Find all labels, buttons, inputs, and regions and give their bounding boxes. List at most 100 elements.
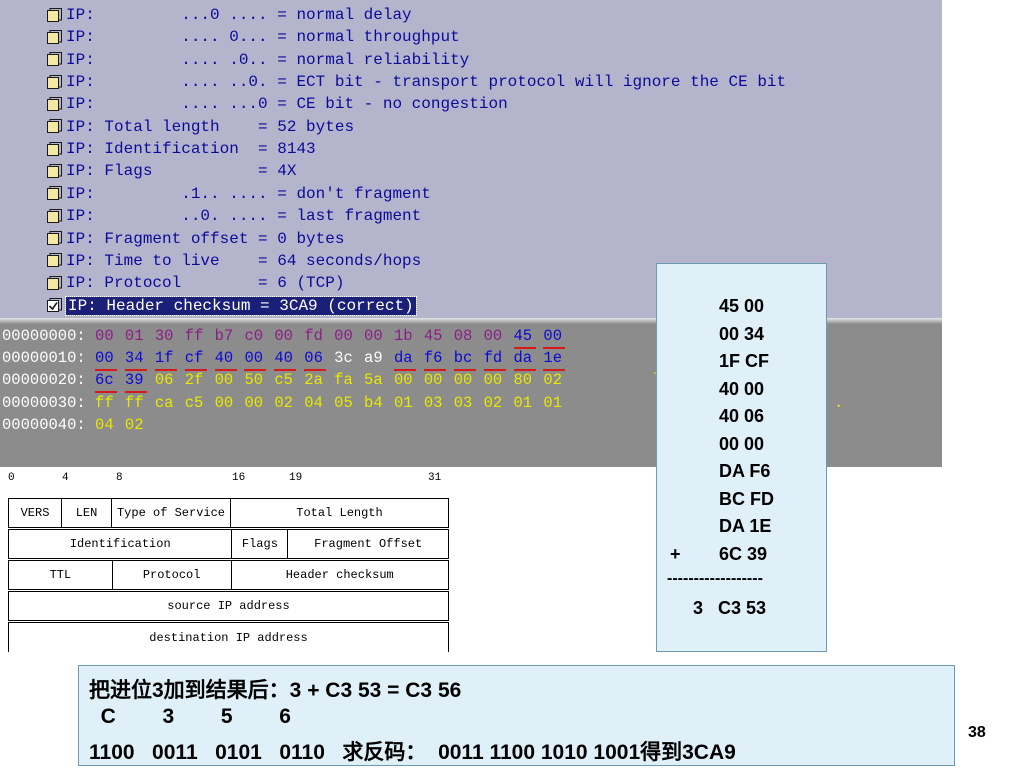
sum-result: 3 C3 53 bbox=[693, 598, 767, 618]
hex-byte[interactable]: 02 bbox=[543, 369, 565, 391]
hex-byte[interactable]: 00 bbox=[543, 325, 566, 349]
hex-byte[interactable]: c5 bbox=[185, 392, 207, 414]
hex-byte[interactable]: 40 bbox=[274, 347, 297, 372]
tree-row[interactable]: IP: Total length = 52 bytes bbox=[46, 116, 354, 138]
hex-byte[interactable]: 1b bbox=[394, 325, 416, 347]
hex-byte[interactable]: 00 bbox=[274, 325, 296, 347]
hex-byte[interactable]: 2f bbox=[185, 369, 207, 391]
hex-byte[interactable]: 5a bbox=[364, 369, 386, 391]
hex-byte[interactable]: fd bbox=[304, 325, 326, 347]
hex-byte[interactable]: 00 bbox=[244, 347, 267, 372]
hex-byte[interactable]: 00 bbox=[394, 369, 416, 391]
hex-offset: 00000000: bbox=[2, 327, 86, 345]
hex-byte[interactable]: ff bbox=[125, 392, 147, 414]
bit-label-16: 16 bbox=[232, 472, 246, 484]
tree-row[interactable]: IP: Fragment offset = 0 bytes bbox=[46, 228, 344, 250]
hex-byte[interactable]: 2a bbox=[304, 369, 326, 391]
hex-byte[interactable]: 00 bbox=[334, 325, 356, 347]
hex-byte[interactable]: 06 bbox=[155, 369, 177, 391]
field-total-length: Total Length bbox=[230, 498, 449, 528]
hex-byte[interactable]: 00 bbox=[95, 347, 118, 372]
tree-row[interactable]: IP: .... 0... = normal throughput bbox=[46, 26, 460, 48]
hex-byte[interactable]: 01 bbox=[394, 392, 416, 414]
hex-byte[interactable]: ca bbox=[155, 392, 177, 414]
checked-node-icon[interactable] bbox=[46, 297, 63, 314]
hex-byte[interactable]: 03 bbox=[454, 392, 476, 414]
hex-byte[interactable]: da bbox=[393, 347, 416, 372]
hex-byte[interactable]: 00 bbox=[484, 325, 506, 347]
hex-byte[interactable]: c0 bbox=[244, 325, 266, 347]
hex-byte[interactable]: 3c bbox=[334, 347, 356, 369]
tree-node-icon[interactable] bbox=[46, 163, 63, 180]
hex-byte[interactable]: 05 bbox=[334, 392, 356, 414]
hex-byte[interactable]: 00 bbox=[424, 369, 446, 391]
hex-byte[interactable]: 03 bbox=[424, 392, 446, 414]
hex-byte[interactable]: ff bbox=[185, 325, 207, 347]
hex-byte[interactable]: 02 bbox=[125, 414, 147, 436]
tree-node-icon[interactable] bbox=[46, 185, 63, 202]
hex-byte[interactable]: 04 bbox=[304, 392, 326, 414]
explanation-line-3: 1100 0011 0101 0110 求反码： 0011 1100 1010 … bbox=[89, 741, 736, 764]
tree-node-icon[interactable] bbox=[46, 208, 63, 225]
hex-byte[interactable]: 39 bbox=[124, 369, 147, 394]
hex-byte[interactable]: 30 bbox=[155, 325, 177, 347]
tree-node-icon[interactable] bbox=[46, 118, 63, 135]
hex-byte[interactable]: a9 bbox=[364, 347, 386, 369]
hex-byte[interactable]: 06 bbox=[304, 347, 327, 372]
hex-byte[interactable]: f6 bbox=[423, 347, 446, 372]
hex-byte[interactable]: 02 bbox=[274, 392, 296, 414]
hex-byte[interactable]: 00 bbox=[244, 392, 266, 414]
hex-byte[interactable]: bc bbox=[453, 347, 476, 372]
tree-node-icon[interactable] bbox=[46, 141, 63, 158]
tree-node-icon[interactable] bbox=[46, 7, 63, 24]
tree-row[interactable]: IP: .... ..0. = ECT bit - transport prot… bbox=[46, 71, 786, 93]
hex-byte[interactable]: 00 bbox=[95, 325, 117, 347]
tree-row-header-checksum[interactable]: IP: Header checksum = 3CA9 (correct) bbox=[46, 295, 417, 317]
hex-byte[interactable]: 02 bbox=[484, 392, 506, 414]
hex-byte[interactable]: 34 bbox=[124, 347, 147, 372]
hex-byte[interactable]: 00 bbox=[454, 369, 476, 391]
hex-byte[interactable]: 08 bbox=[454, 325, 476, 347]
tree-node-icon[interactable] bbox=[46, 74, 63, 91]
tree-node-icon[interactable] bbox=[46, 275, 63, 292]
tree-node-icon[interactable] bbox=[46, 252, 63, 269]
hex-byte[interactable]: 01 bbox=[125, 325, 147, 347]
tree-row[interactable]: IP: ..0. .... = last fragment bbox=[46, 205, 421, 227]
tree-row[interactable]: IP: Flags = 4X bbox=[46, 160, 296, 182]
hex-byte[interactable]: 01 bbox=[514, 392, 536, 414]
hex-byte[interactable]: 00 bbox=[484, 369, 506, 391]
hex-byte[interactable]: cf bbox=[184, 347, 207, 372]
hex-byte[interactable]: da bbox=[513, 347, 536, 372]
tree-row[interactable]: IP: Protocol = 6 (TCP) bbox=[46, 272, 344, 294]
tree-row[interactable]: IP: .... .0.. = normal reliability bbox=[46, 49, 469, 71]
hex-byte[interactable]: 1f bbox=[154, 347, 177, 372]
tree-row[interactable]: IP: .... ...0 = CE bit - no congestion bbox=[46, 93, 508, 115]
tree-row[interactable]: IP: ...0 .... = normal delay bbox=[46, 4, 412, 26]
tree-node-icon[interactable] bbox=[46, 96, 63, 113]
hex-byte[interactable]: 01 bbox=[543, 392, 565, 414]
hex-byte[interactable]: 50 bbox=[244, 369, 266, 391]
hex-byte[interactable]: 00 bbox=[364, 325, 386, 347]
hex-byte[interactable]: fa bbox=[334, 369, 356, 391]
tree-node-icon[interactable] bbox=[46, 29, 63, 46]
hex-byte[interactable]: 45 bbox=[424, 325, 446, 347]
tree-row[interactable]: IP: Identification = 8143 bbox=[46, 138, 316, 160]
tree-row[interactable]: IP: Time to live = 64 seconds/hops bbox=[46, 250, 421, 272]
hex-byte[interactable]: fd bbox=[483, 347, 506, 372]
hex-byte[interactable]: b4 bbox=[364, 392, 386, 414]
hex-byte[interactable]: c5 bbox=[274, 369, 296, 391]
bit-label-31: 31 bbox=[428, 472, 442, 484]
hex-byte[interactable]: 00 bbox=[215, 369, 237, 391]
hex-byte[interactable]: 6c bbox=[95, 369, 118, 394]
hex-byte[interactable]: 40 bbox=[214, 347, 237, 372]
hex-byte[interactable]: 00 bbox=[215, 392, 237, 414]
tree-node-icon[interactable] bbox=[46, 51, 63, 68]
hex-byte[interactable]: 80 bbox=[514, 369, 536, 391]
hex-byte[interactable]: b7 bbox=[215, 325, 237, 347]
tree-row[interactable]: IP: .1.. .... = don't fragment bbox=[46, 183, 431, 205]
hex-byte[interactable]: ff bbox=[95, 392, 117, 414]
hex-byte[interactable]: 1e bbox=[543, 347, 566, 372]
tree-node-icon[interactable] bbox=[46, 230, 63, 247]
hex-byte[interactable]: 04 bbox=[95, 414, 117, 436]
hex-byte[interactable]: 45 bbox=[513, 325, 536, 349]
